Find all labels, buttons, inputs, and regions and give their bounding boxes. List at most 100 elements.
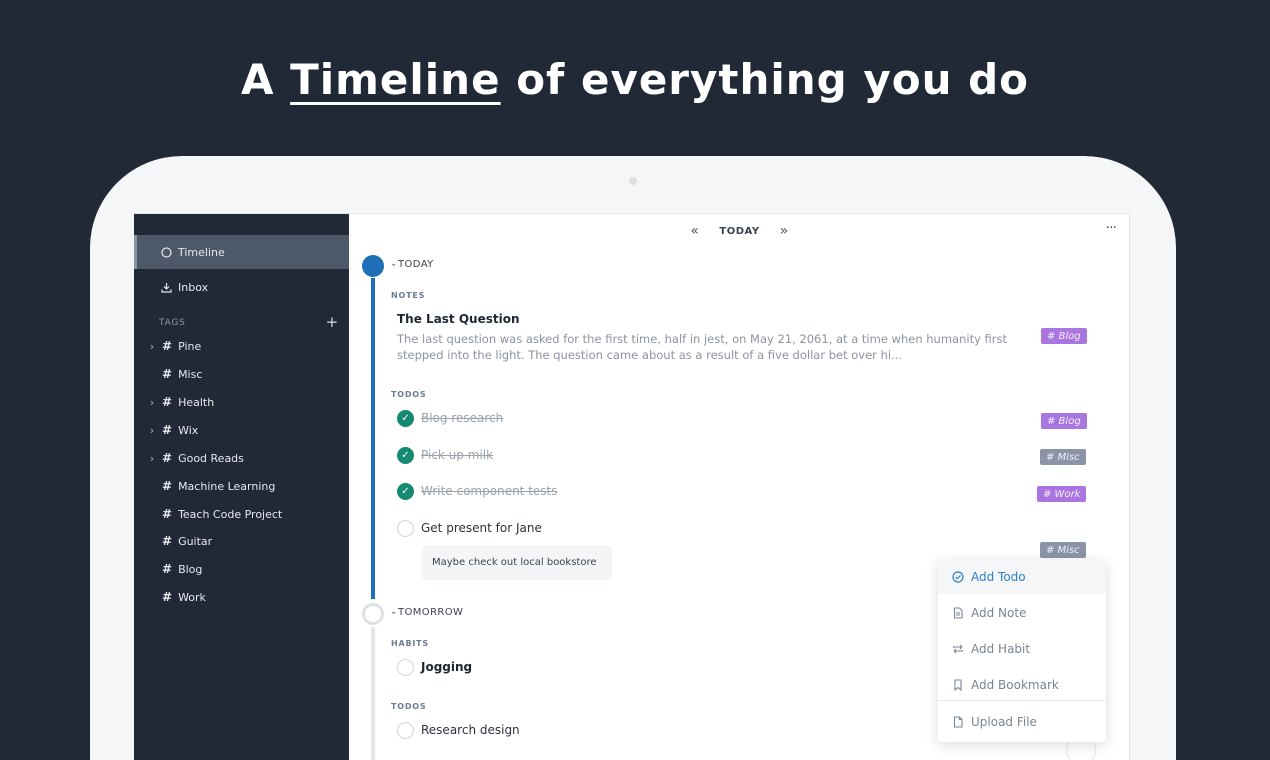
check-icon[interactable]: ✓ xyxy=(397,409,414,427)
menu-item-upload-file[interactable]: Upload File xyxy=(938,705,1106,739)
circle-icon xyxy=(160,246,172,258)
tag-badge-misc[interactable]: # Misc xyxy=(1040,542,1086,558)
tag-label: Good Reads xyxy=(178,451,244,465)
section-label-todos: TODOS xyxy=(391,702,427,711)
sidebar-item-inbox[interactable]: Inbox xyxy=(134,270,349,304)
hash-icon: # xyxy=(162,479,173,493)
headline-prefix: A xyxy=(240,55,275,104)
todo-item[interactable]: Research design xyxy=(397,720,520,740)
check-icon[interactable]: ✓ xyxy=(397,482,414,500)
hash-icon: # xyxy=(162,507,173,521)
hash-icon: # xyxy=(162,590,173,604)
checkbox-circle[interactable] xyxy=(397,721,414,739)
todo-text: Blog research xyxy=(421,411,504,425)
section-label-habits: HABITS xyxy=(391,639,429,648)
day-header-tomorrow[interactable]: ›TOMORROW xyxy=(388,607,464,618)
timeline-dot-tomorrow xyxy=(362,603,384,625)
sidebar-tag-guitar[interactable]: # Guitar xyxy=(134,530,349,552)
camera-dot xyxy=(629,177,637,185)
sidebar-tag-machine-learning[interactable]: # Machine Learning xyxy=(134,475,349,497)
app-screen: Timeline Inbox TAGS + › # Pine # Misc › # … xyxy=(134,213,1130,760)
tag-label: Misc xyxy=(178,367,203,381)
sidebar-tag-pine[interactable]: › # Pine xyxy=(134,335,349,357)
chevron-down-icon[interactable]: › xyxy=(388,611,398,615)
more-options-icon[interactable]: ··· xyxy=(1106,220,1117,236)
note-body[interactable]: The last question was asked for the firs… xyxy=(397,331,1037,363)
hash-icon: # xyxy=(162,395,173,409)
sidebar-tag-misc[interactable]: # Misc xyxy=(134,363,349,385)
timeline-dot-today xyxy=(362,255,384,277)
menu-divider xyxy=(938,700,1106,701)
menu-item-add-todo[interactable]: Add Todo xyxy=(938,560,1106,594)
day-header-label: TOMORROW xyxy=(398,607,464,618)
tag-label: Work xyxy=(178,590,206,604)
sidebar-tag-wix[interactable]: › # Wix xyxy=(134,419,349,441)
note-title[interactable]: The Last Question xyxy=(397,312,520,326)
menu-item-add-bookmark[interactable]: Add Bookmark xyxy=(938,668,1106,702)
todo-text: Research design xyxy=(421,723,520,737)
file-icon xyxy=(952,716,964,728)
tag-label: Guitar xyxy=(178,534,213,548)
date-navigator: « TODAY » xyxy=(349,223,1129,239)
sidebar-tag-health[interactable]: › # Health xyxy=(134,391,349,413)
prev-day-button[interactable]: « xyxy=(690,223,699,239)
chevron-right-icon[interactable]: › xyxy=(145,424,159,437)
sidebar-tag-teach-code-project[interactable]: # Teach Code Project xyxy=(134,503,349,525)
tag-label: Blog xyxy=(178,562,203,576)
tag-label: Pine xyxy=(178,339,202,353)
hash-icon: # xyxy=(162,562,173,576)
menu-item-label: Add Habit xyxy=(971,642,1031,656)
sidebar-tag-work[interactable]: # Work xyxy=(134,586,349,608)
next-day-button[interactable]: » xyxy=(780,223,789,239)
habit-item[interactable]: Jogging xyxy=(397,657,472,677)
tags-header: TAGS + xyxy=(159,315,339,330)
tags-header-label: TAGS xyxy=(159,318,186,328)
headline-suffix: of everything you do xyxy=(516,55,1030,104)
tag-label: Health xyxy=(178,395,215,409)
check-icon[interactable]: ✓ xyxy=(397,446,414,464)
checkbox-circle[interactable] xyxy=(397,519,414,537)
todo-text: Get present for Jane xyxy=(421,521,542,535)
hash-icon: # xyxy=(162,423,173,437)
todo-item[interactable]: ✓ Blog research xyxy=(397,408,503,428)
chevron-right-icon[interactable]: › xyxy=(145,452,159,465)
day-header-label: TODAY xyxy=(398,259,434,270)
sidebar-item-timeline[interactable]: Timeline xyxy=(134,235,349,269)
add-tag-button[interactable]: + xyxy=(326,315,339,330)
todo-text: Pick up milk xyxy=(421,448,494,462)
hash-icon: # xyxy=(162,367,173,381)
checkbox-circle[interactable] xyxy=(397,658,414,676)
menu-item-label: Add Todo xyxy=(971,570,1026,584)
todo-subnote[interactable]: Maybe check out local bookstore xyxy=(422,545,612,580)
tag-badge-misc[interactable]: # Misc xyxy=(1040,449,1086,465)
timeline-line-tomorrow xyxy=(371,627,375,760)
sidebar-tag-good-reads[interactable]: › # Good Reads xyxy=(134,447,349,469)
current-date-label[interactable]: TODAY xyxy=(719,226,759,237)
section-label-notes: NOTES xyxy=(391,291,426,300)
chevron-down-icon[interactable]: › xyxy=(388,263,398,267)
sidebar-tag-blog[interactable]: # Blog xyxy=(134,558,349,580)
menu-item-add-note[interactable]: Add Note xyxy=(938,596,1106,630)
todo-item[interactable]: ✓ Pick up milk xyxy=(397,445,493,465)
repeat-icon xyxy=(952,643,964,655)
menu-item-label: Add Bookmark xyxy=(971,678,1059,692)
bookmark-icon xyxy=(952,679,964,691)
habit-text: Jogging xyxy=(421,660,473,674)
tag-label: Wix xyxy=(178,423,199,437)
tag-badge-blog[interactable]: # Blog xyxy=(1041,413,1087,429)
menu-item-add-habit[interactable]: Add Habit xyxy=(938,632,1106,666)
menu-item-label: Add Note xyxy=(971,606,1027,620)
hash-icon: # xyxy=(162,339,173,353)
tag-badge-blog[interactable]: # Blog xyxy=(1041,328,1087,344)
chevron-right-icon[interactable]: › xyxy=(145,340,159,353)
tag-badge-work[interactable]: # Work xyxy=(1037,486,1087,502)
check-circle-icon xyxy=(952,571,964,583)
tag-label: Machine Learning xyxy=(178,479,276,493)
day-header-today[interactable]: ›TODAY xyxy=(388,259,434,270)
inbox-download-icon xyxy=(160,281,172,293)
sidebar: Timeline Inbox TAGS + › # Pine # Misc › # … xyxy=(134,214,349,760)
chevron-right-icon[interactable]: › xyxy=(145,396,159,409)
headline: A Timeline of everything you do xyxy=(0,55,1270,104)
todo-item[interactable]: ✓ Write component tests xyxy=(397,481,558,501)
todo-item[interactable]: Get present for Jane xyxy=(397,518,542,538)
